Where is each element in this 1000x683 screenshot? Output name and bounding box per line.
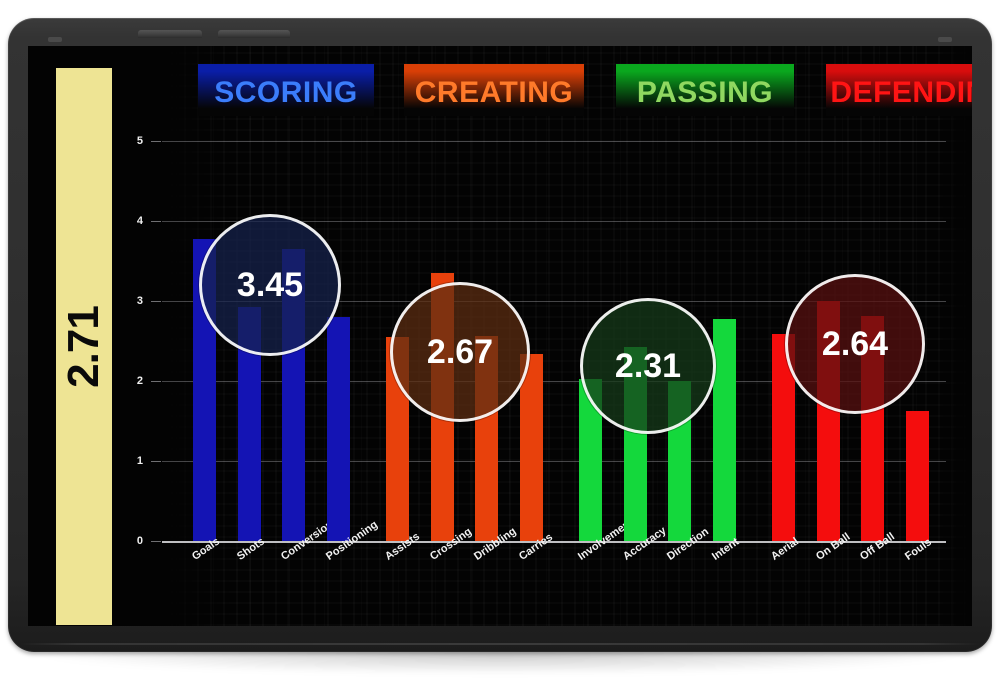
y-axis-label: 3	[136, 295, 143, 307]
power-button[interactable]	[218, 30, 290, 38]
y-axis-tick	[151, 461, 161, 462]
frame-nub-right	[938, 37, 952, 42]
highlight-circle-scoring[interactable]: 3.45	[199, 214, 341, 356]
bar-fouls[interactable]	[906, 411, 929, 541]
highlight-value: 3.45	[236, 265, 304, 304]
y-axis-label: 1	[136, 455, 143, 467]
screenshot-root: 2.71 SCORINGCREATINGPASSINGDEFENDING 012…	[0, 0, 1000, 683]
highlight-circle-creating[interactable]: 2.67	[390, 282, 530, 422]
highlight-value: 2.64	[821, 324, 889, 363]
bar-intent[interactable]	[713, 319, 736, 541]
device-chin-highlight	[20, 643, 980, 645]
tablet-screen: 2.71 SCORINGCREATINGPASSINGDEFENDING 012…	[28, 46, 972, 626]
y-axis-label: 2	[136, 375, 143, 387]
y-axis-label: 0	[136, 535, 143, 547]
frame-nub-left	[48, 37, 62, 42]
y-axis-label: 4	[136, 215, 143, 227]
y-axis-tick	[151, 381, 161, 382]
bar-carries[interactable]	[520, 354, 543, 541]
gridline	[162, 141, 946, 142]
bar-positioning[interactable]	[327, 317, 350, 541]
y-axis-tick	[151, 541, 161, 542]
highlight-circle-passing[interactable]: 2.31	[580, 298, 716, 434]
y-axis-tick	[151, 141, 161, 142]
highlight-circle-defending[interactable]: 2.64	[785, 274, 925, 414]
y-axis-tick	[151, 221, 161, 222]
y-axis-label: 5	[136, 135, 143, 147]
volume-button[interactable]	[138, 30, 202, 38]
y-axis-tick	[151, 301, 161, 302]
highlight-value: 2.31	[614, 346, 682, 385]
bar-chart: 0 1 2 3 4 5 Goals Shots Conversion Positioning Ass…	[28, 46, 972, 626]
highlight-value: 2.67	[426, 332, 494, 371]
